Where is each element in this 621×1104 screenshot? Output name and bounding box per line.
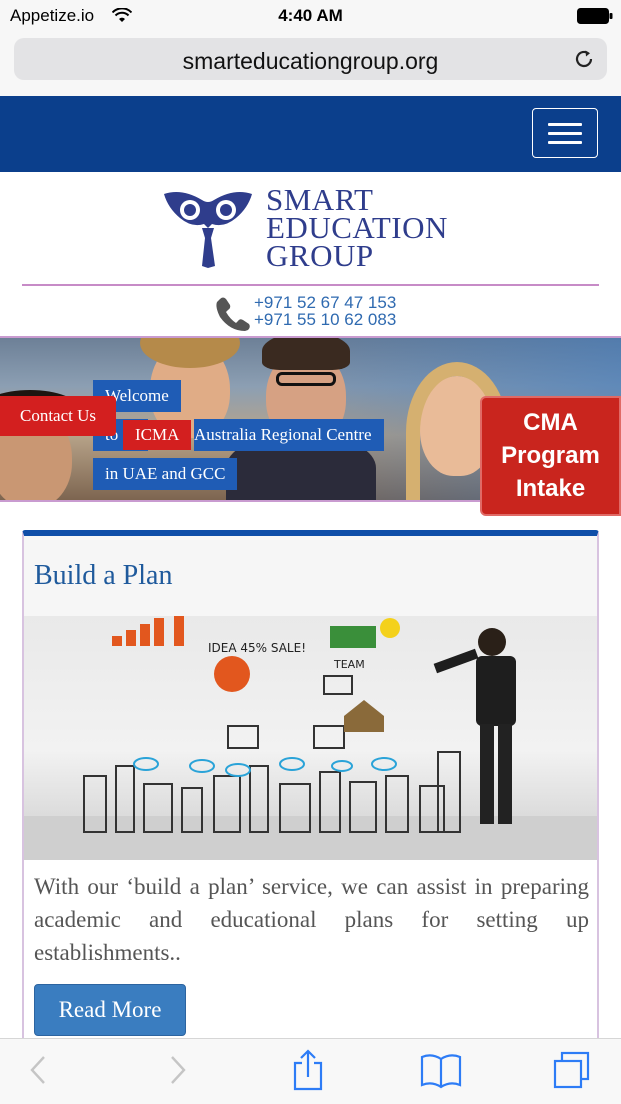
phone-link-2[interactable]: +971 55 10 62 083 [254, 311, 396, 328]
service-card: Build a Plan IDEA 45% SALE! TEAM With ou… [22, 530, 599, 1050]
cma-line-2: Program [501, 442, 600, 469]
divider [22, 284, 599, 286]
address-bar[interactable]: smarteducationgroup.org [14, 38, 607, 80]
owl-logo-icon[interactable] [162, 188, 254, 268]
menu-toggle-button[interactable] [532, 108, 598, 158]
site-header [0, 96, 621, 172]
student-photo [262, 338, 350, 370]
url-text: smarteducationgroup.org [182, 48, 439, 74]
cma-program-intake-button[interactable]: CMA Program Intake [480, 396, 621, 516]
read-more-button[interactable]: Read More [34, 984, 186, 1036]
menu-bar-icon [548, 141, 582, 144]
back-icon[interactable] [28, 1053, 50, 1087]
card-header: Build a Plan [24, 536, 597, 616]
svg-text:IDEA 45% SALE!: IDEA 45% SALE! [208, 641, 306, 655]
battery-icon [577, 8, 613, 24]
icma-badge: ICMA [123, 420, 192, 450]
phone-contact-row: +971 52 67 47 153 +971 55 10 62 083 [0, 292, 621, 334]
cma-line-3: Intake [515, 475, 586, 502]
card-title[interactable]: Build a Plan [34, 560, 172, 592]
share-icon[interactable] [292, 1049, 324, 1091]
phone-link-1[interactable]: +971 52 67 47 153 [254, 294, 396, 311]
clock: 4:40 AM [278, 6, 343, 25]
card-image: IDEA 45% SALE! TEAM [24, 616, 597, 860]
welcome-line-3: in UAE and GCC [93, 458, 238, 490]
logo-line-3: GROUP [266, 238, 374, 273]
menu-bar-icon [548, 132, 582, 135]
browser-toolbar [0, 1038, 621, 1104]
logo-wordmark[interactable]: SMART EDUCATION GROUP [266, 184, 448, 273]
bookmarks-icon[interactable] [420, 1053, 462, 1089]
browser-url-area: smarteducationgroup.org [0, 32, 621, 96]
card-description: With our ‘build a plan’ service, we can … [34, 874, 589, 965]
phone-icon [216, 297, 250, 331]
cma-line-1: CMA [523, 409, 578, 436]
reload-icon[interactable] [573, 48, 595, 70]
menu-bar-icon [548, 123, 582, 126]
planning-illustration: IDEA 45% SALE! TEAM [24, 616, 597, 860]
contact-us-button[interactable]: Contact Us [0, 396, 116, 436]
forward-icon[interactable] [166, 1053, 188, 1087]
status-bar: Appetize.io 4:40 AM [0, 0, 621, 32]
glasses-decoration [276, 372, 336, 386]
tabs-icon[interactable] [552, 1051, 592, 1091]
phone-numbers: +971 52 67 47 153 +971 55 10 62 083 [254, 294, 396, 328]
logo-area: SMART EDUCATION GROUP [0, 172, 621, 292]
welcome-line-2: Australia Regional Centre [194, 419, 384, 451]
svg-text:TEAM: TEAM [333, 658, 365, 671]
